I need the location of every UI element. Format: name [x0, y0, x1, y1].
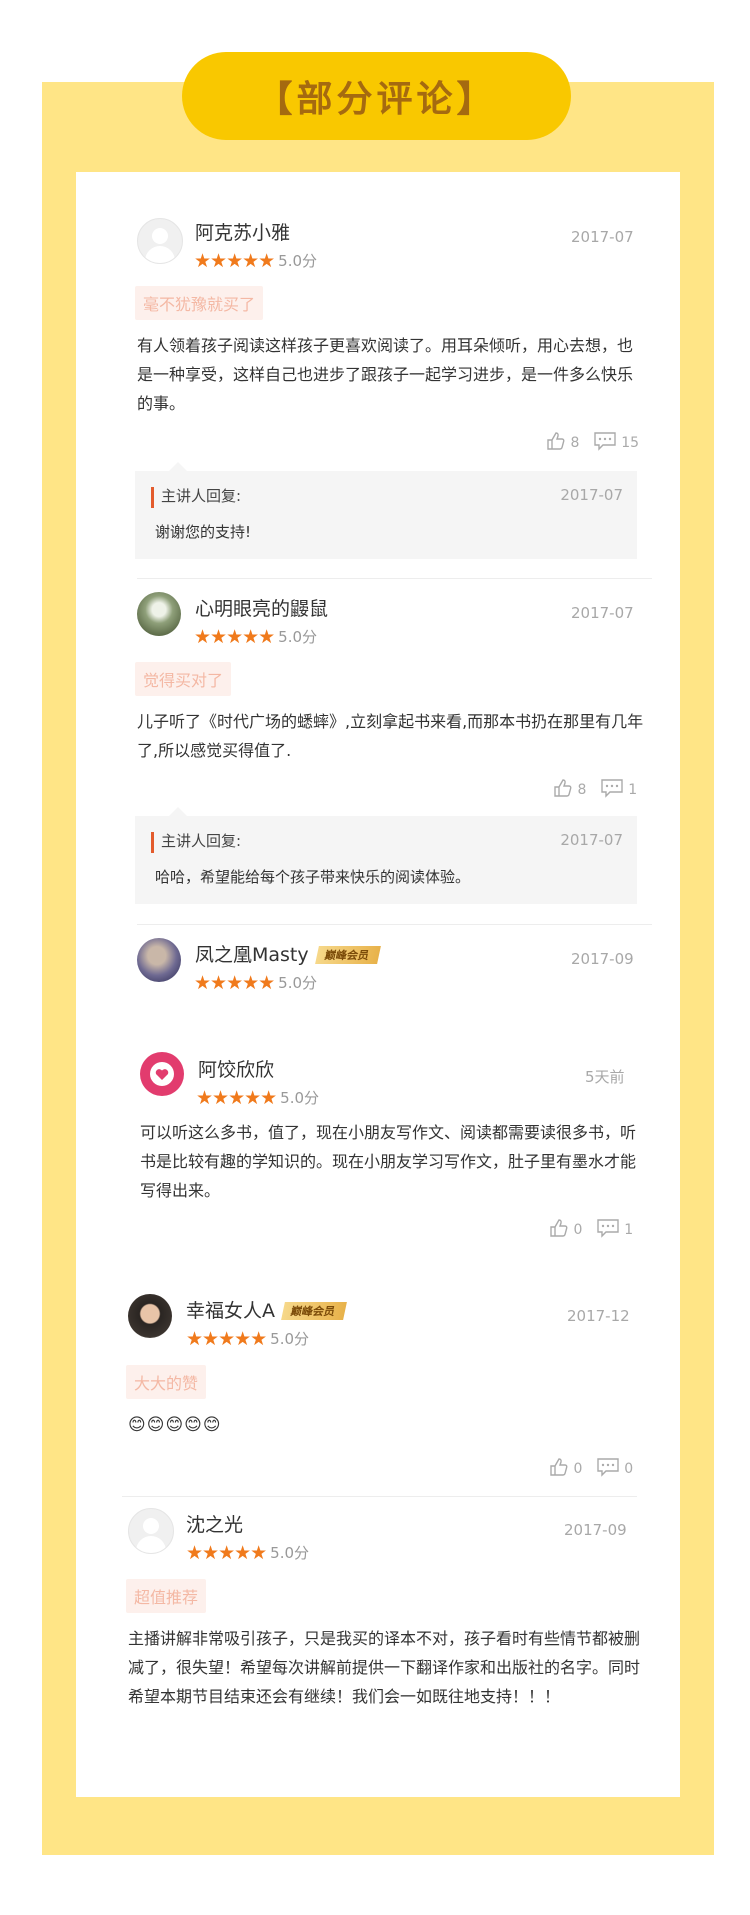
star-icon: ★★★★★ [194, 250, 275, 272]
star-icon: ★★★★★ [196, 1087, 277, 1109]
comment-icon[interactable] [600, 778, 624, 802]
star-icon: ★★★★★ [186, 1328, 267, 1350]
rating-score: 5.0分 [270, 1330, 310, 1348]
rating-score: 5.0分 [278, 628, 318, 646]
comment-icon[interactable] [596, 1457, 620, 1481]
avatar[interactable] [128, 1508, 174, 1554]
comment-icon[interactable] [593, 431, 617, 455]
rating-stars: ★★★★★ 5.0分 [194, 972, 317, 994]
rating-score: 5.0分 [278, 974, 318, 992]
like-count: 0 [573, 1222, 583, 1238]
review-date: 2017-07 [571, 604, 634, 622]
reply-text: 哈哈，希望能给每个孩子带来快乐的阅读体验。 [155, 868, 471, 886]
review-actions: 8 15 [546, 431, 639, 455]
thumbs-up-icon[interactable] [553, 778, 573, 802]
like-count: 0 [573, 1461, 583, 1477]
divider [137, 924, 652, 925]
thumbs-up-icon[interactable] [549, 1457, 569, 1481]
divider [137, 578, 652, 579]
rating-stars: ★★★★★ 5.0分 [194, 250, 317, 272]
reply-text: 谢谢您的支持! [155, 523, 252, 541]
username[interactable]: 凤之凰Masty 巅峰会员 [195, 940, 381, 967]
rating-stars: ★★★★★ 5.0分 [186, 1328, 309, 1350]
review-date: 2017-12 [567, 1307, 630, 1325]
star-icon: ★★★★★ [186, 1542, 267, 1564]
review-actions: 0 0 [549, 1457, 633, 1481]
thumbs-up-icon[interactable] [549, 1218, 569, 1242]
review-content: 😊😊😊😊😊 [128, 1415, 222, 1435]
username[interactable]: 阿饺欣欣 [198, 1055, 274, 1082]
star-icon: ★★★★★ [194, 972, 275, 994]
reply-author: 主讲人回复: [161, 832, 242, 850]
review-date: 2017-09 [564, 1521, 627, 1539]
vip-badge: 巅峰会员 [314, 946, 381, 964]
review-actions: 8 1 [553, 778, 637, 802]
review-tag: 超值推荐 [126, 1579, 207, 1613]
review-tag: 觉得买对了 [135, 662, 232, 696]
avatar[interactable] [128, 1294, 172, 1338]
divider [122, 1496, 637, 1497]
review-date: 2017-09 [571, 950, 634, 968]
reply-author: 主讲人回复: [161, 487, 242, 505]
username[interactable]: 沈之光 [186, 1510, 243, 1537]
review-date: 2017-07 [571, 228, 634, 246]
comment-count: 0 [624, 1461, 634, 1477]
review-content: 主播讲解非常吸引孩子，只是我买的译本不对，孩子看时有些情节都被删减了，很失望！希… [128, 1629, 641, 1706]
like-count: 8 [577, 782, 587, 798]
avatar[interactable] [137, 938, 181, 982]
like-count: 8 [570, 435, 580, 451]
page-title: 【部分评论】 [182, 52, 571, 140]
avatar[interactable] [137, 592, 181, 636]
avatar[interactable] [137, 218, 183, 264]
username[interactable]: 心明眼亮的鼹鼠 [195, 594, 328, 621]
comment-count: 15 [621, 435, 640, 451]
review-tag: 毫不犹豫就买了 [135, 286, 264, 320]
rating-stars: ★★★★★ 5.0分 [194, 626, 317, 648]
reply-date: 2017-07 [560, 486, 623, 504]
reply-date: 2017-07 [560, 831, 623, 849]
username[interactable]: 幸福女人A 巅峰会员 [186, 1296, 347, 1323]
rating-score: 5.0分 [270, 1544, 310, 1562]
author-reply: 主讲人回复: 2017-07 谢谢您的支持! [135, 462, 637, 559]
review-tag: 大大的赞 [126, 1365, 207, 1399]
review-date: 5天前 [585, 1068, 625, 1086]
review-actions: 0 1 [549, 1218, 633, 1242]
comment-count: 1 [624, 1222, 634, 1238]
rating-score: 5.0分 [278, 252, 318, 270]
reply-accent-bar [151, 487, 154, 508]
comment-icon[interactable] [596, 1218, 620, 1242]
username[interactable]: 阿克苏小雅 [195, 218, 290, 245]
avatar[interactable] [140, 1052, 184, 1096]
star-icon: ★★★★★ [194, 626, 275, 648]
review-content: 有人领着孩子阅读这样孩子更喜欢阅读了。用耳朵倾听，用心去想，也是一种享受，这样自… [137, 336, 634, 413]
rating-score: 5.0分 [280, 1089, 320, 1107]
reply-accent-bar [151, 832, 154, 853]
vip-badge: 巅峰会员 [281, 1302, 347, 1320]
review-content: 儿子听了《时代广场的蟋蟀》,立刻拿起书来看,而那本书扔在那里有几年了,所以感觉买… [137, 712, 644, 760]
review-content: 可以听这么多书，值了，现在小朋友写作文、阅读都需要读很多书，听书是比较有趣的学知… [140, 1123, 637, 1200]
rating-stars: ★★★★★ 5.0分 [196, 1087, 319, 1109]
comment-count: 1 [628, 782, 638, 798]
author-reply: 主讲人回复: 2017-07 哈哈，希望能给每个孩子带来快乐的阅读体验。 [135, 807, 637, 904]
username-text: 凤之凰Masty [195, 944, 309, 966]
rating-stars: ★★★★★ 5.0分 [186, 1542, 309, 1564]
thumbs-up-icon[interactable] [546, 431, 566, 455]
username-text: 幸福女人A [186, 1300, 275, 1322]
